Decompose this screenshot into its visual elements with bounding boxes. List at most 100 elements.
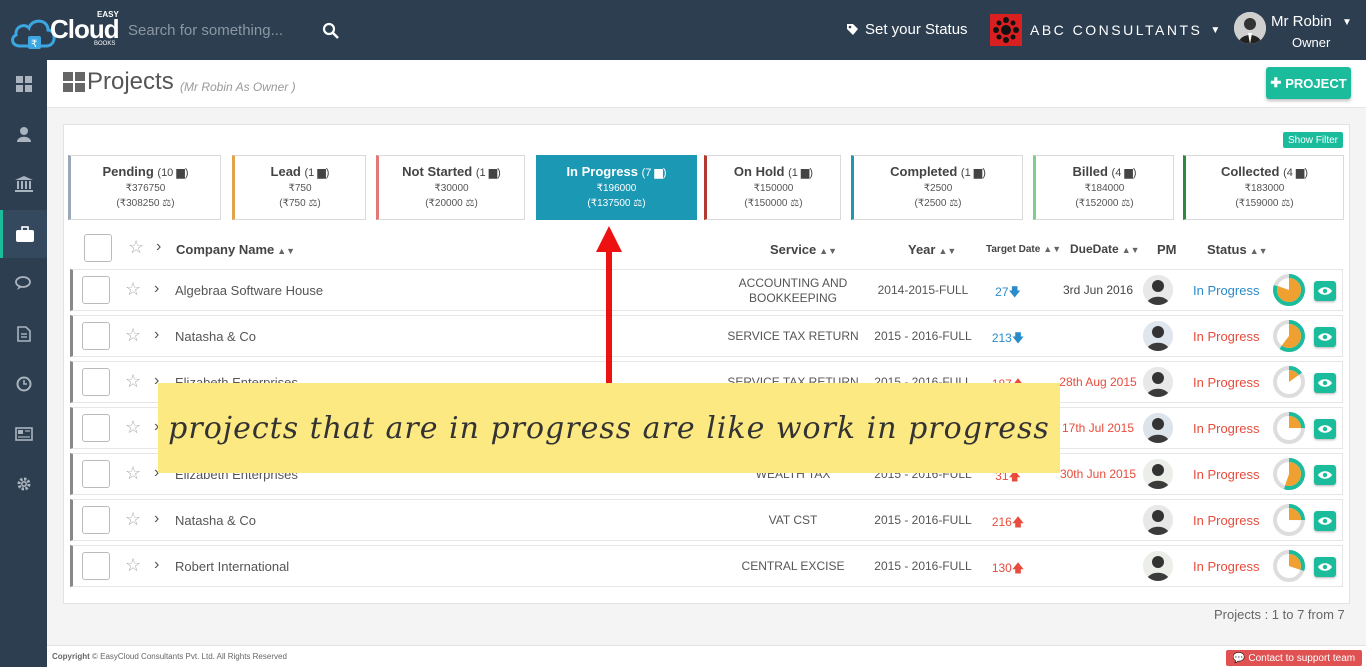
avatar (1143, 505, 1173, 535)
table-row[interactable]: ☆ › Natasha & Co VAT CST 2015 - 2016-FULL 216… (70, 499, 1343, 541)
plus-icon: ✚ (1270, 75, 1282, 90)
briefcase-icon: ▆) (970, 167, 986, 179)
chat-icon: 💬 (1232, 652, 1246, 664)
star-icon[interactable]: ☆ (125, 371, 141, 392)
status-tab-pending[interactable]: Pending (10 ▆) ₹376750 (₹308250 ⚖) (68, 155, 221, 220)
star-icon[interactable]: ☆ (128, 237, 144, 258)
company-name[interactable]: Natasha & Co (175, 329, 256, 344)
company-logo-icon (990, 14, 1022, 46)
contact-support-button[interactable]: 💬 Contact to support team (1226, 650, 1362, 666)
sidebar-item-news[interactable] (0, 410, 47, 458)
sidebar-item-time[interactable] (0, 360, 47, 408)
sidebar-item-documents[interactable] (0, 310, 47, 358)
avatar (1143, 275, 1173, 305)
view-button[interactable] (1314, 373, 1336, 393)
row-checkbox[interactable] (82, 322, 110, 350)
status-tab-collected[interactable]: Collected (4 ▆) ₹183000 (₹159000 ⚖) (1183, 155, 1344, 220)
sidebar-item-chat[interactable] (0, 260, 47, 308)
status-tab-completed[interactable]: Completed (1 ▆) ₹2500 (₹2500 ⚖) (851, 155, 1023, 220)
annotation-callout: projects that are in progress are like w… (158, 383, 1060, 473)
progress-pie (1273, 504, 1305, 536)
annotation-text: projects that are in progress are like w… (168, 410, 1050, 446)
status-tab-label: Lead (1 ▆) (270, 164, 330, 179)
status-tab-billed[interactable]: Billed (4 ▆) ₹184000 (₹152000 ⚖) (1033, 155, 1174, 220)
star-icon[interactable]: ☆ (125, 279, 141, 300)
table-row[interactable]: ☆ › Algebraa Software House ACCOUNTING AND … (70, 269, 1343, 311)
col-year[interactable]: Year ▲▼ (908, 242, 956, 257)
chevron-right-icon[interactable]: › (156, 238, 161, 256)
company-selector[interactable]: ABC CONSULTANTS ▼ (990, 14, 1220, 46)
row-checkbox[interactable] (82, 552, 110, 580)
status-tab-subamount: (₹159000 ⚖) (1235, 198, 1294, 209)
briefcase-icon: ▆) (173, 167, 189, 179)
status-tab-in-progress[interactable]: In Progress (7 ▆) ₹196000 (₹137500 ⚖) (536, 155, 697, 220)
sidebar-item-bank[interactable] (0, 160, 47, 208)
progress-pie (1273, 274, 1305, 306)
star-icon[interactable]: ☆ (125, 417, 141, 438)
pagination-info: Projects : 1 to 7 from 7 (1214, 607, 1345, 622)
col-status[interactable]: Status ▲▼ (1207, 242, 1268, 257)
due-date: 28th Aug 2015 (1059, 375, 1137, 389)
chevron-right-icon[interactable]: › (154, 280, 159, 298)
col-due-date[interactable]: DueDate ▲▼ (1070, 242, 1140, 256)
status-tab-not-started[interactable]: Not Started (1 ▆) ₹30000 (₹20000 ⚖) (376, 155, 525, 220)
chevron-down-icon: ▼ (1210, 24, 1221, 36)
view-button[interactable] (1314, 557, 1336, 577)
set-status-link[interactable]: Set your Status (846, 21, 968, 38)
copyright: Copyright © EasyCloud Consultants Pvt. L… (52, 652, 287, 661)
show-filter-button[interactable]: Show Filter (1283, 132, 1343, 148)
chevron-right-icon[interactable]: › (154, 556, 159, 574)
row-checkbox[interactable] (82, 506, 110, 534)
table-row[interactable]: ☆ › Natasha & Co SERVICE TAX RETURN 2015 - 2… (70, 315, 1343, 357)
view-button[interactable] (1314, 465, 1336, 485)
company-name[interactable]: Robert International (175, 559, 289, 574)
row-checkbox[interactable] (82, 368, 110, 396)
table-header: ☆ › Company Name ▲▼ Service ▲▼ Year ▲▼ Targ… (70, 229, 1343, 267)
target-days: 27🡇 (995, 285, 1021, 299)
service: ACCOUNTING AND BOOKKEEPING (738, 276, 848, 305)
chevron-right-icon[interactable]: › (154, 326, 159, 344)
view-button[interactable] (1314, 511, 1336, 531)
sidebar-item-projects[interactable] (0, 210, 47, 258)
due-date: 30th Jun 2015 (1059, 467, 1137, 481)
select-all-checkbox[interactable] (84, 234, 112, 262)
add-project-button[interactable]: ✚ PROJECT (1266, 67, 1351, 99)
sidebar-item-settings[interactable] (0, 460, 47, 508)
top-bar: ₹ EASY Cloud BOOKS Set your Status ABC C… (0, 0, 1366, 60)
row-checkbox[interactable] (82, 276, 110, 304)
year: 2015 - 2016-FULL (874, 513, 972, 527)
sidebar-item-dashboard[interactable] (0, 60, 47, 108)
col-company[interactable]: Company Name ▲▼ (176, 242, 295, 257)
row-checkbox[interactable] (82, 414, 110, 442)
company-name[interactable]: Algebraa Software House (175, 283, 323, 298)
app-logo[interactable]: ₹ EASY Cloud BOOKS (8, 6, 123, 52)
view-button[interactable] (1314, 327, 1336, 347)
star-icon[interactable]: ☆ (125, 325, 141, 346)
col-target-date[interactable]: Target Date ▲▼ (986, 244, 1061, 255)
star-icon[interactable]: ☆ (125, 509, 141, 530)
sidebar-item-users[interactable] (0, 110, 47, 158)
status-tab-on-hold[interactable]: On Hold (1 ▆) ₹150000 (₹150000 ⚖) (704, 155, 841, 220)
row-checkbox[interactable] (82, 460, 110, 488)
briefcase-icon: ▆) (1292, 167, 1309, 179)
dashboard-icon (15, 76, 32, 92)
table-row[interactable]: ☆ › Robert International CENTRAL EXCISE 2015… (70, 545, 1343, 587)
view-button[interactable] (1314, 281, 1336, 301)
company-name[interactable]: Natasha & Co (175, 513, 256, 528)
star-icon[interactable]: ☆ (125, 463, 141, 484)
chat-icon (14, 276, 31, 290)
search-input[interactable] (128, 16, 308, 44)
eye-icon (1318, 287, 1332, 295)
status-tab-lead[interactable]: Lead (1 ▆) ₹750 (₹750 ⚖) (232, 155, 366, 220)
view-button[interactable] (1314, 419, 1336, 439)
user-menu[interactable]: Mr Robin ▼ Owner (1234, 10, 1359, 54)
col-pm: PM (1157, 242, 1177, 257)
status-tab-label: Pending (10 ▆) (102, 164, 189, 179)
arrow-up-icon: 🡅 (1011, 515, 1025, 529)
status-tab-subamount: (₹137500 ⚖) (587, 198, 646, 209)
search-icon[interactable] (322, 22, 340, 40)
chevron-right-icon[interactable]: › (154, 510, 159, 528)
status-tab-label: On Hold (1 ▆) (733, 164, 814, 179)
col-service[interactable]: Service ▲▼ (770, 242, 837, 257)
star-icon[interactable]: ☆ (125, 555, 141, 576)
